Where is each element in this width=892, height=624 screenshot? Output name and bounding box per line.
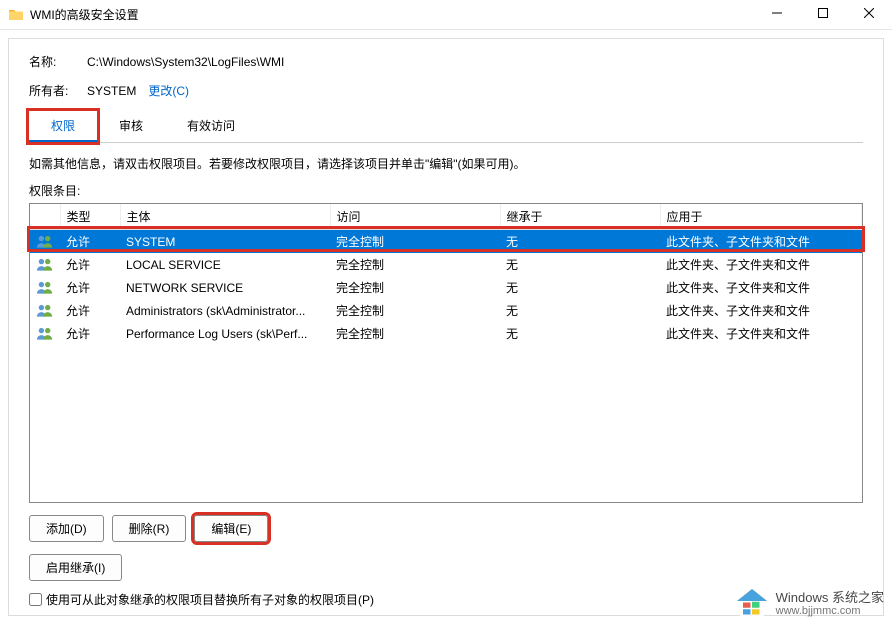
- row-inherited-from: 无: [500, 322, 660, 345]
- col-principal[interactable]: 主体: [120, 204, 330, 230]
- table-header-row: 类型 主体 访问 继承于 应用于: [30, 204, 862, 230]
- row-applies-to: 此文件夹、子文件夹和文件: [660, 230, 862, 254]
- replace-child-label[interactable]: 使用可从此对象继承的权限项目替换所有子对象的权限项目(P): [46, 591, 374, 608]
- users-icon: [36, 235, 54, 249]
- watermark-text: Windows 系统之家: [776, 590, 884, 606]
- row-icon: [30, 253, 60, 276]
- table-row[interactable]: 允许LOCAL SERVICE完全控制无此文件夹、子文件夹和文件: [30, 253, 862, 276]
- row-inherited-from: 无: [500, 299, 660, 322]
- row-inherited-from: 无: [500, 253, 660, 276]
- name-value: C:\Windows\System32\LogFiles\WMI: [87, 55, 284, 69]
- row-type: 允许: [60, 230, 120, 254]
- row-access: 完全控制: [330, 276, 500, 299]
- row-access: 完全控制: [330, 322, 500, 345]
- maximize-button[interactable]: [800, 0, 846, 30]
- change-owner-link[interactable]: 更改(C): [148, 82, 189, 99]
- add-button[interactable]: 添加(D): [29, 515, 104, 542]
- minimize-button[interactable]: [754, 0, 800, 30]
- col-applies-to[interactable]: 应用于: [660, 204, 862, 230]
- replace-child-checkbox[interactable]: [29, 593, 42, 606]
- close-button[interactable]: [846, 0, 892, 30]
- help-text: 如需其他信息，请双击权限项目。若要修改权限项目，请选择该项目并单击"编辑"(如果…: [29, 155, 863, 172]
- row-applies-to: 此文件夹、子文件夹和文件: [660, 276, 862, 299]
- name-row: 名称: C:\Windows\System32\LogFiles\WMI: [29, 53, 863, 70]
- window-controls: [754, 0, 892, 30]
- tab-bar: 权限 审核 有效访问: [29, 111, 863, 143]
- table-row[interactable]: 允许NETWORK SERVICE完全控制无此文件夹、子文件夹和文件: [30, 276, 862, 299]
- row-access: 完全控制: [330, 299, 500, 322]
- watermark-icon: [734, 586, 770, 622]
- owner-value: SYSTEM: [87, 84, 136, 98]
- enable-inherit-button[interactable]: 启用继承(I): [29, 554, 122, 581]
- users-icon: [36, 258, 54, 272]
- titlebar: WMI的高级安全设置: [0, 0, 892, 30]
- action-buttons: 添加(D) 删除(R) 编辑(E): [29, 515, 863, 542]
- table-row[interactable]: 允许SYSTEM完全控制无此文件夹、子文件夹和文件: [30, 230, 862, 254]
- inherit-row: 启用继承(I): [29, 554, 863, 581]
- owner-label: 所有者:: [29, 82, 87, 99]
- row-inherited-from: 无: [500, 230, 660, 254]
- row-inherited-from: 无: [500, 276, 660, 299]
- owner-row: 所有者: SYSTEM 更改(C): [29, 82, 863, 99]
- folder-icon: [8, 7, 24, 23]
- row-type: 允许: [60, 276, 120, 299]
- col-icon[interactable]: [30, 204, 60, 230]
- permissions-table: 类型 主体 访问 继承于 应用于 允许SYSTEM完全控制无此文件夹、子文件夹和…: [30, 204, 862, 345]
- row-principal: NETWORK SERVICE: [120, 276, 330, 299]
- row-icon: [30, 299, 60, 322]
- users-icon: [36, 327, 54, 341]
- tab-auditing[interactable]: 审核: [97, 111, 165, 142]
- row-principal: Performance Log Users (sk\Perf...: [120, 322, 330, 345]
- row-principal: LOCAL SERVICE: [120, 253, 330, 276]
- row-applies-to: 此文件夹、子文件夹和文件: [660, 253, 862, 276]
- watermark: Windows 系统之家 www.bjjmmc.com: [734, 586, 884, 622]
- window-title: WMI的高级安全设置: [30, 6, 139, 23]
- row-access: 完全控制: [330, 230, 500, 254]
- row-type: 允许: [60, 322, 120, 345]
- users-icon: [36, 281, 54, 295]
- row-applies-to: 此文件夹、子文件夹和文件: [660, 322, 862, 345]
- row-principal: SYSTEM: [120, 230, 330, 254]
- row-icon: [30, 276, 60, 299]
- row-applies-to: 此文件夹、子文件夹和文件: [660, 299, 862, 322]
- table-row[interactable]: 允许Performance Log Users (sk\Perf...完全控制无…: [30, 322, 862, 345]
- edit-button[interactable]: 编辑(E): [194, 515, 268, 542]
- row-icon: [30, 322, 60, 345]
- users-icon: [36, 304, 54, 318]
- row-type: 允许: [60, 253, 120, 276]
- col-type[interactable]: 类型: [60, 204, 120, 230]
- row-type: 允许: [60, 299, 120, 322]
- table-row[interactable]: 允许Administrators (sk\Administrator...完全控…: [30, 299, 862, 322]
- tab-effective-access[interactable]: 有效访问: [165, 111, 257, 142]
- tab-permissions[interactable]: 权限: [29, 111, 97, 142]
- remove-button[interactable]: 删除(R): [112, 515, 187, 542]
- row-access: 完全控制: [330, 253, 500, 276]
- row-icon: [30, 230, 60, 254]
- row-principal: Administrators (sk\Administrator...: [120, 299, 330, 322]
- watermark-url: www.bjjmmc.com: [776, 605, 884, 618]
- content-panel: 名称: C:\Windows\System32\LogFiles\WMI 所有者…: [8, 38, 884, 616]
- permissions-table-wrap[interactable]: 类型 主体 访问 继承于 应用于 允许SYSTEM完全控制无此文件夹、子文件夹和…: [29, 203, 863, 503]
- section-label: 权限条目:: [29, 182, 863, 199]
- col-inherited-from[interactable]: 继承于: [500, 204, 660, 230]
- name-label: 名称:: [29, 53, 87, 70]
- col-access[interactable]: 访问: [330, 204, 500, 230]
